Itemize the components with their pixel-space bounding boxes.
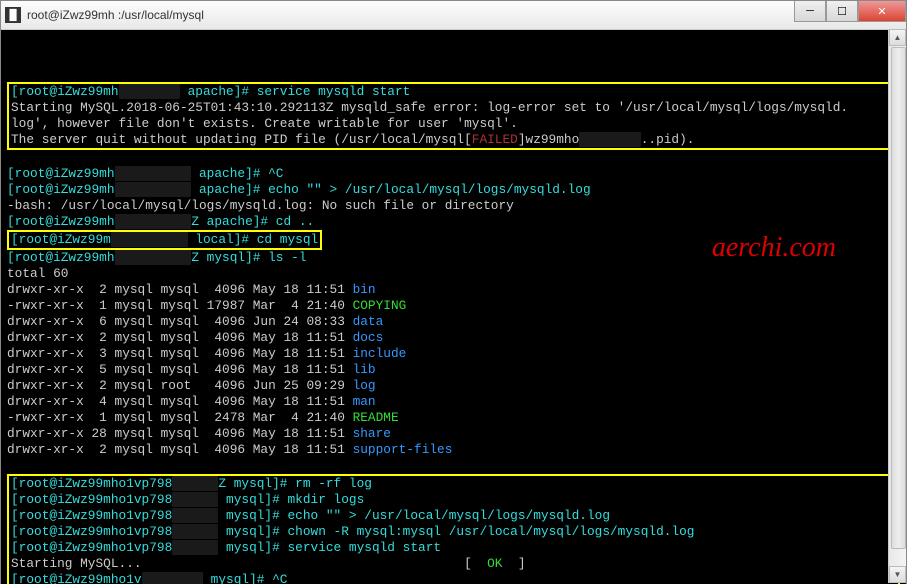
minimize-button[interactable]: ─ — [794, 1, 826, 22]
list-item: drwxr-xr-x 2 mysql mysql 4096 May 18 11:… — [7, 442, 900, 458]
scrollbar[interactable]: ▲ ▼ — [888, 29, 906, 583]
list-item: -rwxr-xr-x 1 mysql mysql 17987 Mar 4 21:… — [7, 298, 900, 314]
close-button[interactable]: ✕ — [858, 1, 906, 22]
highlight-box-3: [root@iZwz99mho1vp798 Z mysql]# rm -rf l… — [7, 474, 900, 584]
list-item: drwxr-xr-x 2 mysql mysql 4096 May 18 11:… — [7, 330, 900, 346]
list-item: drwxr-xr-x 28 mysql mysql 4096 May 18 11… — [7, 426, 900, 442]
scroll-down-icon[interactable]: ▼ — [889, 566, 906, 583]
maximize-button[interactable]: ☐ — [826, 1, 858, 22]
app-icon: █ — [5, 7, 21, 23]
ls-output: drwxr-xr-x 2 mysql mysql 4096 May 18 11:… — [7, 282, 900, 458]
list-item: -rwxr-xr-x 1 mysql mysql 2478 Mar 4 21:4… — [7, 410, 900, 426]
list-item: drwxr-xr-x 5 mysql mysql 4096 May 18 11:… — [7, 362, 900, 378]
list-item: drwxr-xr-x 2 mysql root 4096 Jun 25 09:2… — [7, 378, 900, 394]
highlight-box-1: [root@iZwz99mh apache]# service mysqld s… — [7, 82, 900, 150]
scroll-thumb[interactable] — [891, 47, 906, 549]
list-item: drwxr-xr-x 4 mysql mysql 4096 May 18 11:… — [7, 394, 900, 410]
window-controls: ─ ☐ ✕ — [794, 1, 906, 22]
list-item: drwxr-xr-x 3 mysql mysql 4096 May 18 11:… — [7, 346, 900, 362]
terminal-window: █ root@iZwz99mh :/usr/local/mysql ─ ☐ ✕ … — [0, 0, 907, 584]
watermark: aerchi.com — [712, 240, 836, 256]
terminal-area[interactable]: aerchi.com [root@iZwz99mh apache]# servi… — [1, 30, 906, 584]
highlight-box-2: [root@iZwz99m local]# cd mysql — [7, 230, 322, 250]
list-item: drwxr-xr-x 6 mysql mysql 4096 Jun 24 08:… — [7, 314, 900, 330]
titlebar[interactable]: █ root@iZwz99mh :/usr/local/mysql ─ ☐ ✕ — [1, 1, 906, 30]
list-item: drwxr-xr-x 2 mysql mysql 4096 May 18 11:… — [7, 282, 900, 298]
scroll-up-icon[interactable]: ▲ — [889, 29, 906, 46]
window-title: root@iZwz99mh :/usr/local/mysql — [27, 8, 204, 22]
